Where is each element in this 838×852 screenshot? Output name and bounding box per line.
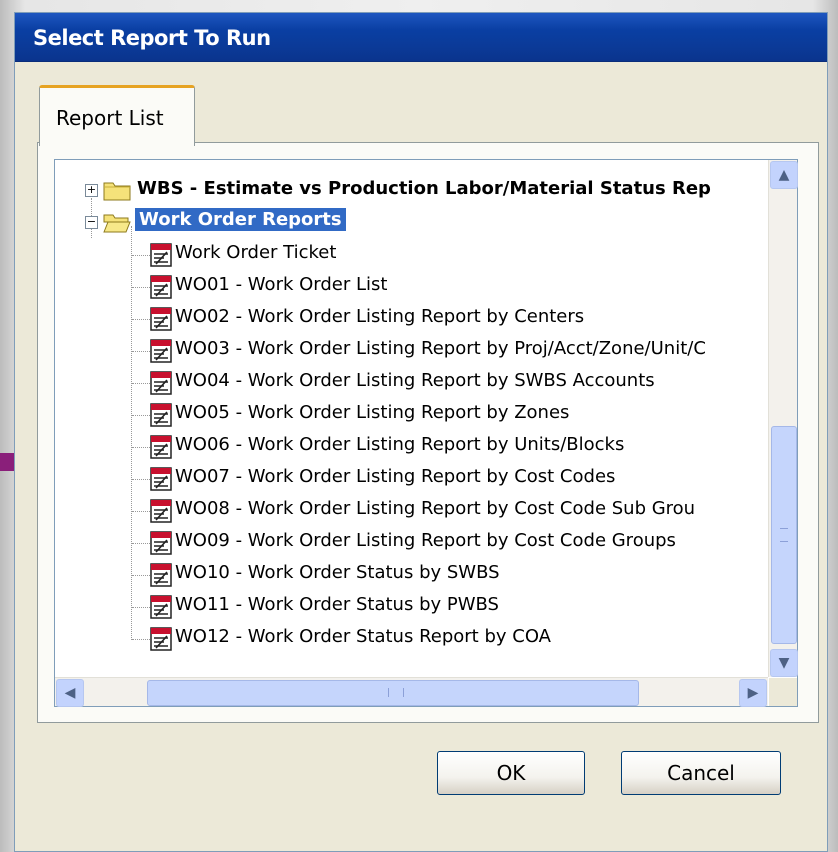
report-label: Work Order Ticket [175,242,337,263]
report-item[interactable]: WO06 - Work Order Listing Report by Unit… [55,432,768,464]
report-item[interactable]: WO10 - Work Order Status by SWBS [55,560,768,592]
tree-line [132,607,150,608]
vertical-scrollbar[interactable]: ▲ ▼ [768,160,798,677]
grip-icon [780,528,788,542]
report-icon [150,435,172,459]
report-item[interactable]: WO07 - Work Order Listing Report by Cost… [55,464,768,496]
tree-line [132,351,150,352]
report-item[interactable]: WO08 - Work Order Listing Report by Cost… [55,496,768,528]
report-label: WO07 - Work Order Listing Report by Cost… [175,466,616,487]
tree-line [132,287,150,288]
open-folder-icon [103,214,131,233]
report-icon [150,467,172,491]
report-label: WO09 - Work Order Listing Report by Cost… [175,530,676,551]
horizontal-scrollbar[interactable]: ◀ ▶ [55,677,768,707]
report-icon [150,563,172,587]
report-icon [150,243,172,267]
tree-line [132,479,150,480]
report-item[interactable]: Work Order Ticket [55,240,768,272]
report-icon [150,339,172,363]
tree-node-work-order-reports[interactable]: − Work Order Reports [55,207,768,240]
scroll-up-button[interactable]: ▲ [770,161,798,189]
report-icon [150,627,172,651]
report-icon [150,499,172,523]
tab-report-list[interactable]: Report List [39,85,195,146]
tree-line [132,319,150,320]
scroll-right-button[interactable]: ▶ [739,679,767,707]
report-label: WO10 - Work Order Status by SWBS [175,562,500,583]
tree-line [132,415,150,416]
select-report-dialog: Select Report To Run Report List + WBS -… [14,12,828,852]
report-icon [150,307,172,331]
tab-panel: + WBS - Estimate vs Production Labor/Mat… [37,142,819,723]
tree-line [132,447,150,448]
folder-icon [103,182,131,201]
report-label: WO11 - Work Order Status by PWBS [175,594,499,615]
report-label: WO01 - Work Order List [175,274,388,295]
vertical-scroll-thumb[interactable] [771,426,797,644]
scroll-down-button[interactable]: ▼ [770,649,798,677]
horizontal-scroll-thumb[interactable] [147,680,639,706]
cancel-button[interactable]: Cancel [621,751,781,795]
tree-content: + WBS - Estimate vs Production Labor/Mat… [55,160,768,677]
report-label: WO04 - Work Order Listing Report by SWBS… [175,370,655,391]
report-icon [150,531,172,555]
report-item[interactable]: WO09 - Work Order Listing Report by Cost… [55,528,768,560]
report-label: WO12 - Work Order Status Report by COA [175,626,551,647]
report-item[interactable]: WO04 - Work Order Listing Report by SWBS… [55,368,768,400]
report-item[interactable]: WO11 - Work Order Status by PWBS [55,592,768,624]
report-icon [150,275,172,299]
grip-icon [388,688,404,697]
report-label: WO06 - Work Order Listing Report by Unit… [175,434,625,455]
tree-node-wbs[interactable]: + WBS - Estimate vs Production Labor/Mat… [55,176,768,208]
scroll-corner [769,678,797,706]
report-icon [150,403,172,427]
report-label: WO05 - Work Order Listing Report by Zone… [175,402,570,423]
expand-icon[interactable]: + [85,184,98,197]
window-title: Select Report To Run [33,26,271,50]
scroll-left-button[interactable]: ◀ [56,679,84,707]
tree-line [132,511,150,512]
tree-line [132,575,150,576]
report-item[interactable]: WO01 - Work Order List [55,272,768,304]
report-icon [150,595,172,619]
tree-line [132,383,150,384]
report-label: WO02 - Work Order Listing Report by Cent… [175,306,585,327]
report-label: WO03 - Work Order Listing Report by Proj… [175,338,706,359]
collapse-icon[interactable]: − [85,216,98,229]
tree-node-label: WBS - Estimate vs Production Labor/Mater… [137,178,711,199]
title-bar[interactable]: Select Report To Run [15,13,827,62]
tree-line [132,543,150,544]
report-label: WO08 - Work Order Listing Report by Cost… [175,498,696,519]
report-item[interactable]: WO03 - Work Order Listing Report by Proj… [55,336,768,368]
report-item[interactable]: WO02 - Work Order Listing Report by Cent… [55,304,768,336]
report-item[interactable]: WO05 - Work Order Listing Report by Zone… [55,400,768,432]
report-item[interactable]: WO12 - Work Order Status Report by COA [55,624,768,656]
report-icon [150,371,172,395]
tab-label: Report List [56,106,164,130]
tree-node-label: Work Order Reports [134,207,347,232]
ok-button[interactable]: OK [437,751,585,795]
tree-line [132,639,150,640]
report-tree: + WBS - Estimate vs Production Labor/Mat… [54,159,798,707]
tree-line [132,255,150,256]
